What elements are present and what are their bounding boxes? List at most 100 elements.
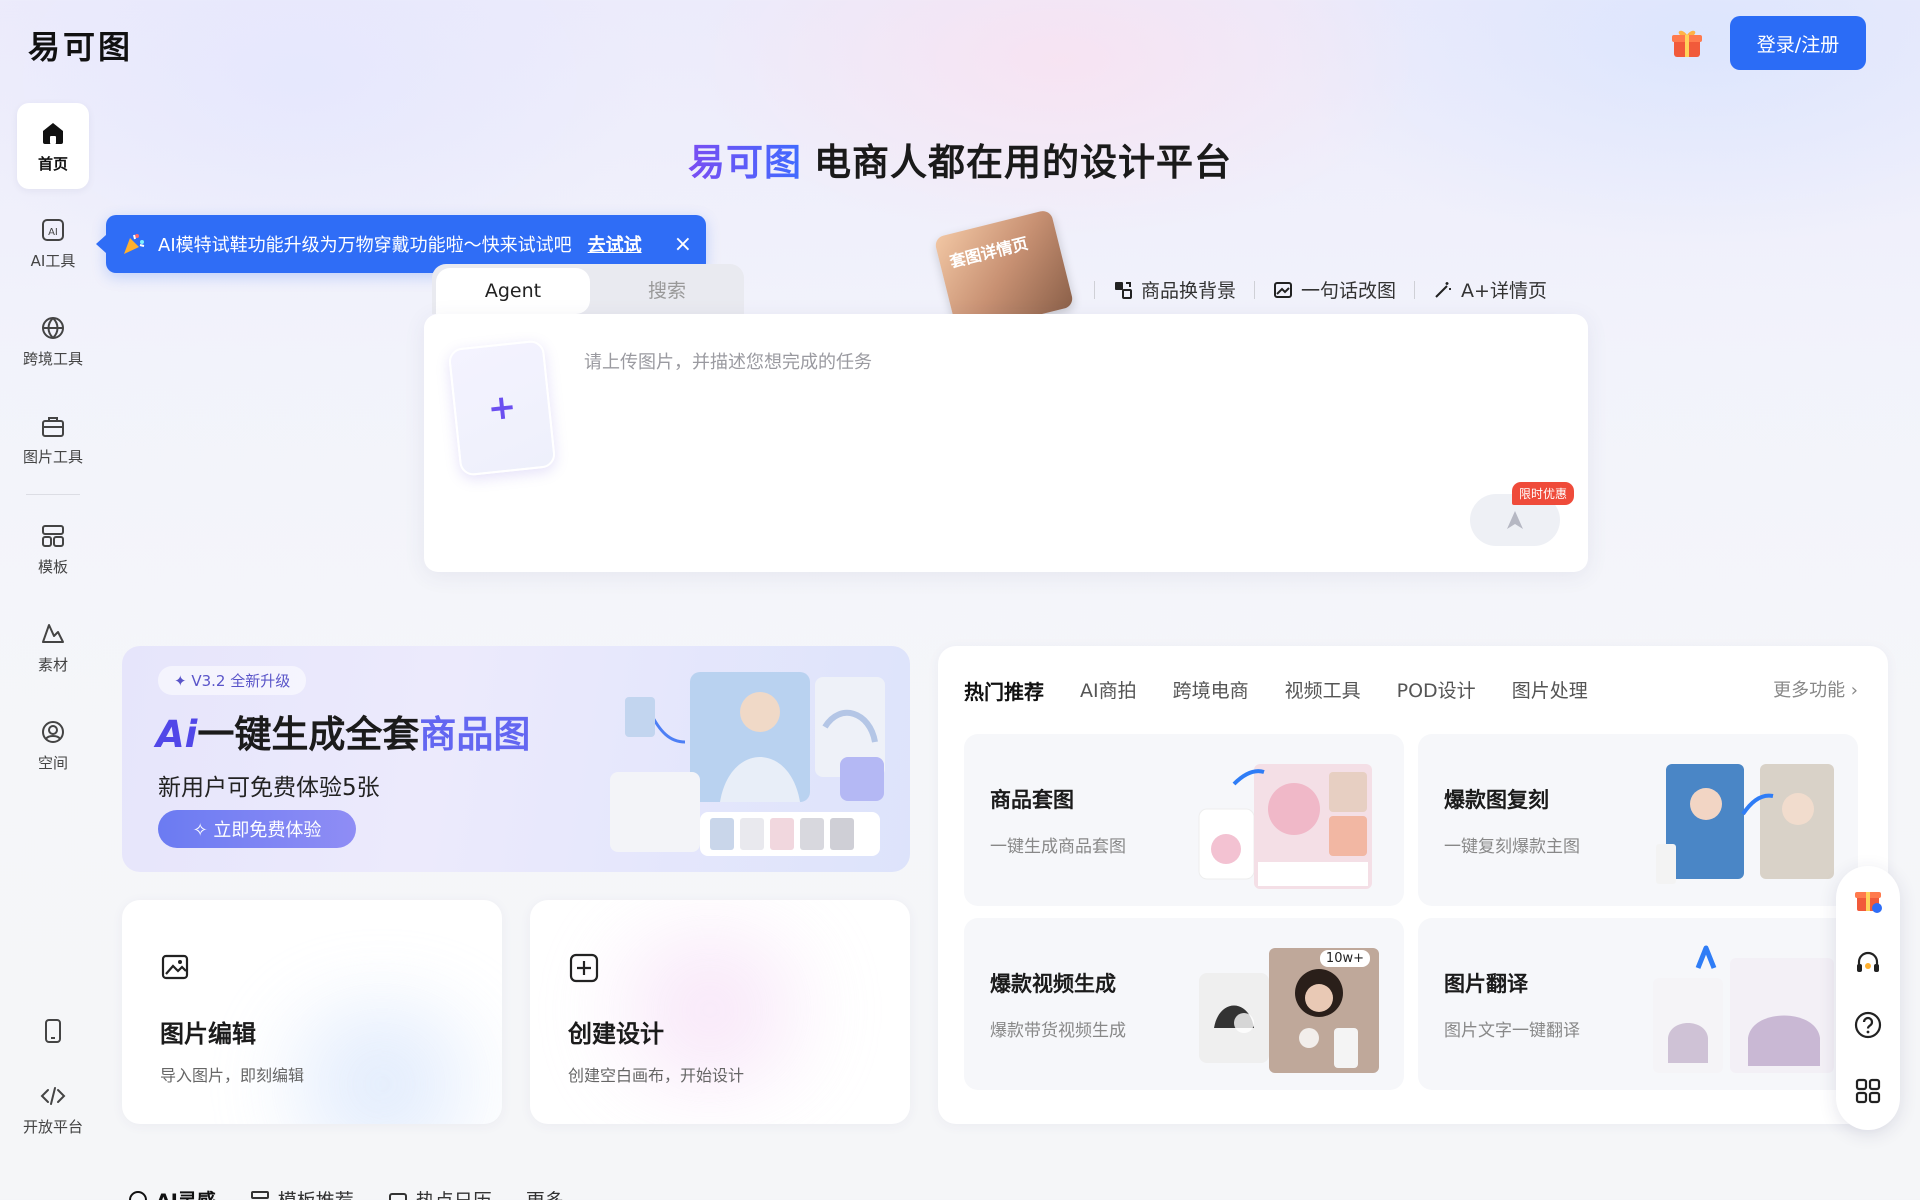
video-views-badge: 10w+ bbox=[1319, 950, 1370, 967]
party-popper-icon bbox=[124, 234, 145, 254]
sidebar-item-image-tools[interactable]: 图片工具 bbox=[17, 396, 89, 482]
logo-char-2: 可 bbox=[63, 28, 97, 66]
quick-sentence-edit[interactable]: 一句话改图 bbox=[1255, 276, 1414, 303]
tab-label: 热点日历 bbox=[416, 1186, 492, 1200]
hot-recommend-panel: 热门推荐 AI商拍 跨境电商 视频工具 POD设计 图片处理 更多功能 › 商品… bbox=[938, 646, 1888, 1124]
tab-hot[interactable]: 热门推荐 bbox=[964, 676, 1044, 705]
tab-hot-calendar[interactable]: 热点日历 bbox=[388, 1186, 492, 1200]
hot-tabs: 热门推荐 AI商拍 跨境电商 视频工具 POD设计 图片处理 bbox=[964, 676, 1588, 705]
feature-title: 爆款图复刻 bbox=[1444, 788, 1549, 812]
card-image-label: 套图详情页 bbox=[947, 233, 1030, 272]
banner-ai-mark: Ai bbox=[156, 713, 198, 756]
tab-video-tools[interactable]: 视频工具 bbox=[1285, 676, 1361, 705]
feature-image-translate[interactable]: 图片翻译 图片文字一键翻译 bbox=[1418, 918, 1858, 1090]
promo-badge: 限时优惠 bbox=[1512, 482, 1575, 505]
sidebar-item-cross-border[interactable]: 跨境工具 bbox=[17, 298, 89, 384]
quick-a-plus-detail[interactable]: A+详情页 bbox=[1415, 276, 1565, 303]
perfume-set-thumbnail bbox=[1198, 764, 1372, 889]
bestseller-copy-thumbnail bbox=[1656, 764, 1834, 884]
notification-try-link[interactable]: 去试试 bbox=[588, 231, 642, 257]
tab-agent[interactable]: Agent bbox=[436, 268, 590, 314]
sidebar-item-space[interactable]: 空间 bbox=[17, 702, 89, 788]
notification-arrow bbox=[96, 235, 106, 253]
image-edit-card[interactable]: 图片编辑 导入图片，即刻编辑 bbox=[122, 900, 502, 1124]
tab-label: 更多 bbox=[526, 1186, 564, 1200]
help-icon[interactable] bbox=[1853, 1010, 1883, 1040]
feature-bestseller-copy[interactable]: 爆款图复刻 一键复刻爆款主图 bbox=[1418, 734, 1858, 906]
sidebar-label: 素材 bbox=[37, 655, 68, 674]
toolbox-icon bbox=[42, 416, 64, 437]
title-brand: 易可图 bbox=[688, 141, 802, 184]
title-text: 电商人都在用的设计平台 bbox=[814, 141, 1232, 184]
sidebar-item-mobile[interactable] bbox=[17, 988, 89, 1074]
card-glow bbox=[222, 984, 502, 1124]
ai-icon: AI bbox=[42, 218, 64, 241]
feature-title: 爆款视频生成 bbox=[990, 972, 1116, 996]
globe-icon bbox=[42, 316, 64, 339]
user-circle-icon bbox=[42, 720, 64, 743]
sidebar-item-templates[interactable]: 模板 bbox=[17, 506, 89, 592]
promo-banner[interactable]: ✦ V3.2 全新升级 Ai一键生成全套商品图 新用户可免费体验5张 ✧ 立即免… bbox=[122, 646, 910, 872]
task-input-panel: + 限时优惠 bbox=[424, 314, 1588, 572]
gift-icon[interactable] bbox=[1670, 26, 1704, 60]
template-icon bbox=[250, 1190, 269, 1199]
login-register-button[interactable]: 登录/注册 bbox=[1730, 16, 1866, 70]
template-icon bbox=[42, 524, 64, 547]
notification-text: AI模特试鞋功能升级为万物穿戴功能啦～快来试试吧 bbox=[158, 235, 572, 256]
tab-pod-design[interactable]: POD设计 bbox=[1397, 676, 1476, 705]
feature-bestseller-video[interactable]: 爆款视频生成 爆款带货视频生成 10w+ bbox=[964, 918, 1404, 1090]
logo-char-1: 易 bbox=[28, 28, 62, 66]
swap-background-icon bbox=[1115, 281, 1132, 299]
page-title: 易可图 电商人都在用的设计平台 bbox=[0, 132, 1920, 186]
quick-replace-background[interactable]: 商品换背景 bbox=[1095, 276, 1254, 303]
sidebar-divider bbox=[26, 494, 80, 495]
sidebar-item-materials[interactable]: 素材 bbox=[17, 604, 89, 690]
sidebar-item-ai-tools[interactable]: AI AI工具 bbox=[17, 200, 89, 286]
feature-desc: 爆款带货视频生成 bbox=[990, 1021, 1126, 1041]
image-edit-icon bbox=[161, 954, 189, 980]
feature-desc: 一键复刻爆款主图 bbox=[1444, 837, 1580, 857]
translate-thumbnail bbox=[1653, 945, 1834, 1073]
gift-icon[interactable] bbox=[1853, 884, 1883, 914]
version-badge: ✦ V3.2 全新升级 bbox=[158, 666, 307, 695]
svg-text:AI: AI bbox=[48, 227, 58, 238]
quick-functions: 商品换背景 一句话改图 A+详情页 bbox=[1094, 276, 1565, 303]
code-icon bbox=[40, 1086, 66, 1105]
sidebar-label: 开放平台 bbox=[22, 1117, 83, 1136]
plus-square-icon bbox=[569, 953, 599, 983]
feature-product-set[interactable]: 商品套图 一键生成商品套图 bbox=[964, 734, 1404, 906]
card-desc: 创建空白画布，开始设计 bbox=[568, 1066, 745, 1085]
sidebar-label: 图片工具 bbox=[22, 447, 83, 466]
more-functions-link[interactable]: 更多功能 › bbox=[1773, 676, 1858, 702]
headset-icon[interactable] bbox=[1853, 948, 1883, 978]
create-design-card[interactable]: 创建设计 创建空白画布，开始设计 bbox=[530, 900, 910, 1124]
banner-product-collage bbox=[610, 672, 885, 856]
sidebar-item-open-platform[interactable]: 开放平台 bbox=[17, 1066, 89, 1152]
apps-grid-icon[interactable] bbox=[1853, 1076, 1883, 1106]
tab-more[interactable]: 更多 bbox=[526, 1186, 564, 1200]
mode-tabs: Agent 搜索 bbox=[432, 264, 744, 314]
card-title: 创建设计 bbox=[568, 1020, 664, 1048]
upload-image-button[interactable]: + bbox=[447, 339, 557, 477]
task-input[interactable] bbox=[584, 348, 1544, 488]
quick-label: A+详情页 bbox=[1461, 280, 1547, 302]
logo[interactable]: 易 可 图 bbox=[28, 22, 131, 68]
mobile-icon bbox=[45, 1019, 61, 1043]
image-edit-icon bbox=[1274, 281, 1293, 298]
feature-title: 商品套图 bbox=[990, 788, 1074, 812]
sidebar: 首页 AI AI工具 跨境工具 图片工具 模板 素材 空间 开放平台 bbox=[0, 100, 106, 1200]
tab-ai-inspiration[interactable]: AI灵感 bbox=[128, 1186, 216, 1200]
tab-search[interactable]: 搜索 bbox=[590, 264, 744, 314]
tab-template-recommend[interactable]: 模板推荐 bbox=[250, 1186, 354, 1200]
close-icon[interactable]: × bbox=[674, 232, 692, 257]
sidebar-label: 跨境工具 bbox=[22, 349, 83, 368]
sidebar-label: AI工具 bbox=[30, 251, 76, 270]
tab-cross-border[interactable]: 跨境电商 bbox=[1173, 676, 1249, 705]
compass-icon bbox=[129, 1190, 147, 1200]
send-arrow-icon bbox=[1507, 511, 1523, 529]
tab-ai-shoot[interactable]: AI商拍 bbox=[1080, 676, 1137, 705]
tab-image-process[interactable]: 图片处理 bbox=[1512, 676, 1588, 705]
card-desc: 导入图片，即刻编辑 bbox=[160, 1066, 305, 1085]
quick-label: 商品换背景 bbox=[1141, 280, 1237, 302]
free-trial-button[interactable]: ✧ 立即免费体验 bbox=[158, 810, 356, 848]
